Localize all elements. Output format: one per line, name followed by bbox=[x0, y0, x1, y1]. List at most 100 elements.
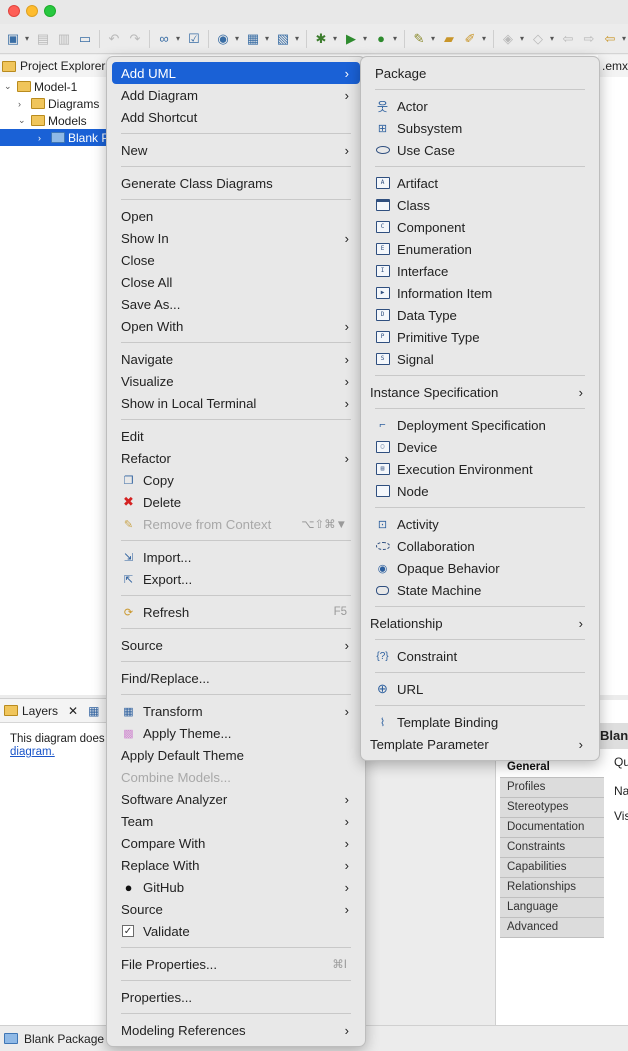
checklist-icon[interactable]: ☑ bbox=[185, 30, 203, 48]
chevron-down-icon[interactable]: ▾ bbox=[363, 34, 369, 43]
chevron-down-icon[interactable]: ▾ bbox=[622, 34, 628, 43]
undo-icon[interactable]: ↶ bbox=[105, 30, 123, 48]
chevron-down-icon[interactable]: ▾ bbox=[550, 34, 556, 43]
submenu-item-device[interactable]: ▢ Device bbox=[366, 436, 594, 458]
submenu-item-template-binding[interactable]: ⌇ Template Binding bbox=[366, 711, 594, 733]
tree-item-models[interactable]: ⌄ Models bbox=[18, 112, 87, 129]
menu-item-replace-with[interactable]: Replace With › bbox=[112, 854, 360, 876]
chevron-down-icon[interactable]: ▾ bbox=[431, 34, 437, 43]
submenu-item-opaque-behavior[interactable]: ◉ Opaque Behavior bbox=[366, 557, 594, 579]
menu-item-remove-from-context[interactable]: ✎ Remove from Context ⌥⇧⌘▼ bbox=[112, 513, 360, 535]
menu-item-validate[interactable]: ✓ Validate bbox=[112, 920, 360, 942]
menu-item-show-in[interactable]: Show In › bbox=[112, 227, 360, 249]
menu-item-new[interactable]: New › bbox=[112, 139, 360, 161]
tree-item-diagrams[interactable]: › Diagrams bbox=[18, 95, 99, 112]
menu-item-file-properties[interactable]: File Properties... ⌘I bbox=[112, 953, 360, 975]
submenu-item-primitive-type[interactable]: P Primitive Type bbox=[366, 326, 594, 348]
menu-item-generate-class-diagrams[interactable]: Generate Class Diagrams bbox=[112, 172, 360, 194]
redo-icon[interactable]: ↷ bbox=[126, 30, 144, 48]
submenu-item-instance-specification[interactable]: Instance Specification › bbox=[366, 381, 594, 403]
chevron-down-icon[interactable]: ▾ bbox=[333, 34, 339, 43]
submenu-item-interface[interactable]: I Interface bbox=[366, 260, 594, 282]
maximize-window-button[interactable] bbox=[44, 5, 56, 17]
chevron-down-icon[interactable]: ▾ bbox=[295, 34, 301, 43]
tab-documentation[interactable]: Documentation bbox=[500, 818, 604, 838]
menu-item-add-diagram[interactable]: Add Diagram › bbox=[112, 84, 360, 106]
back-icon[interactable]: ⇦ bbox=[559, 30, 577, 48]
submenu-item-use-case[interactable]: Use Case bbox=[366, 139, 594, 161]
menu-item-navigate[interactable]: Navigate › bbox=[112, 348, 360, 370]
menu-item-refactor[interactable]: Refactor › bbox=[112, 447, 360, 469]
chevron-down-icon[interactable]: ▾ bbox=[520, 34, 526, 43]
submenu-item-enumeration[interactable]: E Enumeration bbox=[366, 238, 594, 260]
menu-item-close[interactable]: Close bbox=[112, 249, 360, 271]
pen-icon[interactable]: ✐ bbox=[461, 30, 479, 48]
menu-item-import[interactable]: ⇲ Import... bbox=[112, 546, 360, 568]
submenu-item-url[interactable]: ⊕ URL bbox=[366, 678, 594, 700]
menu-item-find-replace[interactable]: Find/Replace... bbox=[112, 667, 360, 689]
tab-capabilities[interactable]: Capabilities bbox=[500, 858, 604, 878]
minimize-window-button[interactable] bbox=[26, 5, 38, 17]
diagram-link[interactable]: diagram. bbox=[10, 746, 55, 758]
new-project-icon[interactable]: ▧ bbox=[274, 30, 292, 48]
history-icon[interactable]: ◇ bbox=[529, 30, 547, 48]
navigate-icon[interactable]: ◈ bbox=[499, 30, 517, 48]
chevron-down-icon[interactable]: ▾ bbox=[265, 34, 271, 43]
marker-icon[interactable]: ✎ bbox=[410, 30, 428, 48]
tab-general[interactable]: General bbox=[500, 758, 604, 778]
tree-item-blank-package[interactable]: › Blank P bbox=[0, 129, 112, 146]
menu-item-add-shortcut[interactable]: Add Shortcut bbox=[112, 106, 360, 128]
menu-item-visualize[interactable]: Visualize › bbox=[112, 370, 360, 392]
new-wizard-icon[interactable]: ▣ bbox=[4, 30, 22, 48]
menu-item-source[interactable]: Source › bbox=[112, 634, 360, 656]
tab-advanced[interactable]: Advanced bbox=[500, 918, 604, 938]
menu-item-export[interactable]: ⇱ Export... bbox=[112, 568, 360, 590]
menu-item-show-in-local-terminal[interactable]: Show in Local Terminal › bbox=[112, 392, 360, 414]
menu-item-combine-models[interactable]: Combine Models... bbox=[112, 766, 360, 788]
tree-item-model[interactable]: ⌄ Model-1 bbox=[4, 78, 77, 95]
submenu-item-activity[interactable]: ⊡ Activity bbox=[366, 513, 594, 535]
close-window-button[interactable] bbox=[8, 5, 20, 17]
submenu-item-deployment-specification[interactable]: ⌐ Deployment Specification bbox=[366, 414, 594, 436]
menu-item-save-as[interactable]: Save As... bbox=[112, 293, 360, 315]
submenu-item-template-parameter[interactable]: Template Parameter › bbox=[366, 733, 594, 755]
chevron-right-icon[interactable]: › bbox=[38, 133, 48, 143]
menu-item-modeling-references[interactable]: Modeling References › bbox=[112, 1019, 360, 1041]
menu-item-open-with[interactable]: Open With › bbox=[112, 315, 360, 337]
new-model-icon[interactable]: ▦ bbox=[244, 30, 262, 48]
chevron-down-icon[interactable]: ▾ bbox=[25, 34, 31, 43]
submenu-item-actor[interactable]: 웃 Actor bbox=[366, 95, 594, 117]
tab-language[interactable]: Language bbox=[500, 898, 604, 918]
tab-constraints[interactable]: Constraints bbox=[500, 838, 604, 858]
save-all-icon[interactable]: ▥ bbox=[55, 30, 73, 48]
menu-item-team[interactable]: Team › bbox=[112, 810, 360, 832]
menu-item-close-all[interactable]: Close All bbox=[112, 271, 360, 293]
close-icon[interactable]: ✕ bbox=[68, 704, 78, 718]
debug-icon[interactable]: ✱ bbox=[312, 30, 330, 48]
publish-icon[interactable]: ◉ bbox=[214, 30, 232, 48]
run-icon[interactable]: ▶ bbox=[342, 30, 360, 48]
outline-icon[interactable]: ▦ bbox=[88, 704, 99, 718]
menu-item-transform[interactable]: ▦ Transform › bbox=[112, 700, 360, 722]
menu-item-delete[interactable]: ✖ Delete bbox=[112, 491, 360, 513]
menu-item-add-uml[interactable]: Add UML › bbox=[112, 62, 360, 84]
submenu-item-state-machine[interactable]: State Machine bbox=[366, 579, 594, 601]
submenu-item-execution-environment[interactable]: ▤ Execution Environment bbox=[366, 458, 594, 480]
tab-project-explorer[interactable]: Project Explorer bbox=[0, 55, 110, 77]
submenu-item-relationship[interactable]: Relationship › bbox=[366, 612, 594, 634]
menu-item-source-2[interactable]: Source › bbox=[112, 898, 360, 920]
submenu-item-subsystem[interactable]: ⊞ Subsystem bbox=[366, 117, 594, 139]
menu-item-github[interactable]: ● GitHub › bbox=[112, 876, 360, 898]
menu-item-refresh[interactable]: ⟳ Refresh F5 bbox=[112, 601, 360, 623]
submenu-item-component[interactable]: C Component bbox=[366, 216, 594, 238]
submenu-item-artifact[interactable]: A Artifact bbox=[366, 172, 594, 194]
chevron-right-icon[interactable]: › bbox=[18, 99, 28, 109]
menu-item-compare-with[interactable]: Compare With › bbox=[112, 832, 360, 854]
tab-layers[interactable]: Layers ✕ ▦ bbox=[0, 699, 108, 723]
submenu-item-constraint[interactable]: {?} Constraint bbox=[366, 645, 594, 667]
tab-relationships[interactable]: Relationships bbox=[500, 878, 604, 898]
menu-item-apply-default-theme[interactable]: Apply Default Theme bbox=[112, 744, 360, 766]
menu-item-software-analyzer[interactable]: Software Analyzer › bbox=[112, 788, 360, 810]
submenu-item-collaboration[interactable]: Collaboration bbox=[366, 535, 594, 557]
menu-item-apply-theme[interactable]: ▩ Apply Theme... bbox=[112, 722, 360, 744]
